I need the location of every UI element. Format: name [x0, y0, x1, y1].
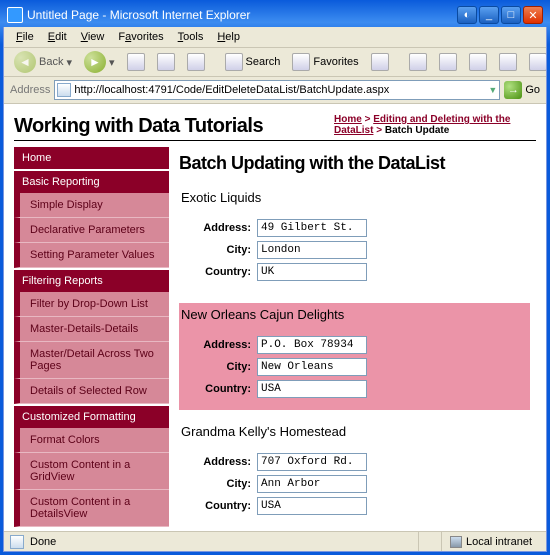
country-input[interactable] [257, 497, 367, 515]
menubar: File Edit View Favorites Tools Help [4, 27, 546, 47]
sidebar-section-header[interactable]: Customized Formatting [14, 406, 169, 428]
sidebar-home[interactable]: Home [14, 147, 169, 169]
sidebar-item[interactable]: Master/Detail Across Two Pages [14, 342, 169, 379]
print-button[interactable] [435, 51, 461, 73]
status-text: Done [30, 536, 56, 548]
sidebar-item[interactable]: Custom Content in a DetailsView [14, 490, 169, 527]
ie-icon [7, 7, 23, 23]
field-label-city: City: [183, 361, 251, 373]
menu-tools[interactable]: Tools [172, 29, 210, 45]
sidebar-item[interactable]: Setting Parameter Values [14, 243, 169, 268]
field-label-country: Country: [183, 383, 251, 395]
app-window: Untitled Page - Microsoft Internet Explo… [0, 0, 550, 555]
sidebar-item[interactable]: Simple Display [14, 193, 169, 218]
menu-favorites[interactable]: Favorites [112, 29, 169, 45]
supplier-name: New Orleans Cajun Delights [179, 303, 530, 326]
sidebar: Home Basic ReportingSimple DisplayDeclar… [14, 147, 169, 531]
field-label-address: Address: [183, 222, 251, 234]
home-button[interactable] [183, 51, 209, 73]
page-viewport: Home > Editing and Deleting with the Dat… [4, 104, 546, 531]
maximize-button[interactable]: □ [501, 6, 521, 24]
divider [14, 140, 536, 141]
content-area: Batch Updating with the DataList Exotic … [179, 147, 536, 531]
sidebar-item[interactable]: Details of Selected Row [14, 379, 169, 404]
field-label-country: Country: [183, 500, 251, 512]
close-button[interactable]: ✕ [523, 6, 543, 24]
address-input[interactable] [74, 84, 488, 96]
sidebar-item[interactable]: Format Colors [14, 428, 169, 453]
city-input[interactable] [257, 358, 367, 376]
sidebar-item[interactable]: Declarative Parameters [14, 218, 169, 243]
menu-view[interactable]: View [75, 29, 111, 45]
field-label-city: City: [183, 244, 251, 256]
field-label-city: City: [183, 478, 251, 490]
supplier-block: New Orleans Cajun Delights Address: City: C… [179, 303, 530, 410]
address-input[interactable] [257, 336, 367, 354]
field-label-country: Country: [183, 266, 251, 278]
field-label-address: Address: [183, 456, 251, 468]
address-dropdown-icon[interactable]: ▼ [488, 85, 497, 95]
page-heading: Batch Updating with the DataList [179, 153, 530, 174]
supplier-block: Exotic Liquids Address: City: Country: [179, 186, 530, 293]
sidebar-section-header[interactable]: Basic Reporting [14, 171, 169, 193]
menu-file[interactable]: File [10, 29, 40, 45]
favorites-button[interactable]: Favorites [288, 51, 362, 73]
country-input[interactable] [257, 263, 367, 281]
status-zone: Local intranet [441, 532, 540, 551]
status-cell [418, 532, 435, 551]
menu-edit[interactable]: Edit [42, 29, 73, 45]
stop-button[interactable] [123, 51, 149, 73]
supplier-name: Grandma Kelly's Homestead [179, 420, 530, 443]
city-input[interactable] [257, 475, 367, 493]
forward-button[interactable]: ► ▾ [80, 49, 119, 75]
zone-icon [450, 536, 462, 548]
history-button[interactable] [367, 51, 393, 73]
menu-help[interactable]: Help [211, 29, 246, 45]
sidebar-item[interactable]: Custom Content in a GridView [14, 453, 169, 490]
address-label: Address [10, 84, 50, 96]
sidebar-section-header[interactable]: Filtering Reports [14, 270, 169, 292]
breadcrumb-home[interactable]: Home [334, 114, 362, 125]
titlebar: Untitled Page - Microsoft Internet Explo… [3, 3, 547, 27]
breadcrumb: Home > Editing and Deleting with the Dat… [334, 114, 534, 136]
page-icon [57, 83, 71, 97]
discuss-button[interactable] [495, 51, 521, 73]
supplier-block: Grandma Kelly's Homestead Address: City: Co… [179, 420, 530, 527]
search-button[interactable]: Search [221, 51, 285, 73]
address-input[interactable] [257, 219, 367, 237]
mail-button[interactable] [405, 51, 431, 73]
window-buttons: ◐ _ □ ✕ [457, 6, 543, 24]
statusbar: Done Local intranet [4, 531, 546, 551]
minimize-button[interactable]: _ [479, 6, 499, 24]
field-label-address: Address: [183, 339, 251, 351]
address-input[interactable] [257, 453, 367, 471]
country-input[interactable] [257, 380, 367, 398]
status-page-icon [10, 535, 24, 549]
back-button[interactable]: ◄Back ▾ [10, 49, 76, 75]
address-bar: Address ▼ →Go [4, 77, 546, 104]
city-input[interactable] [257, 241, 367, 259]
theme-button[interactable]: ◐ [457, 6, 477, 24]
toolbar: ◄Back ▾ ► ▾ Search Favorites [4, 47, 546, 77]
refresh-button[interactable] [153, 51, 179, 73]
supplier-name: Exotic Liquids [179, 186, 530, 209]
sidebar-item[interactable]: Filter by Drop-Down List [14, 292, 169, 317]
window-title: Untitled Page - Microsoft Internet Explo… [27, 8, 457, 22]
go-button[interactable]: →Go [504, 81, 540, 99]
address-field[interactable]: ▼ [54, 80, 500, 100]
edit-button[interactable] [465, 51, 491, 73]
browser-chrome: File Edit View Favorites Tools Help ◄Bac… [3, 27, 547, 552]
sidebar-item[interactable]: Master-Details-Details [14, 317, 169, 342]
breadcrumb-current: Batch Update [385, 125, 449, 136]
research-button[interactable] [525, 51, 547, 73]
